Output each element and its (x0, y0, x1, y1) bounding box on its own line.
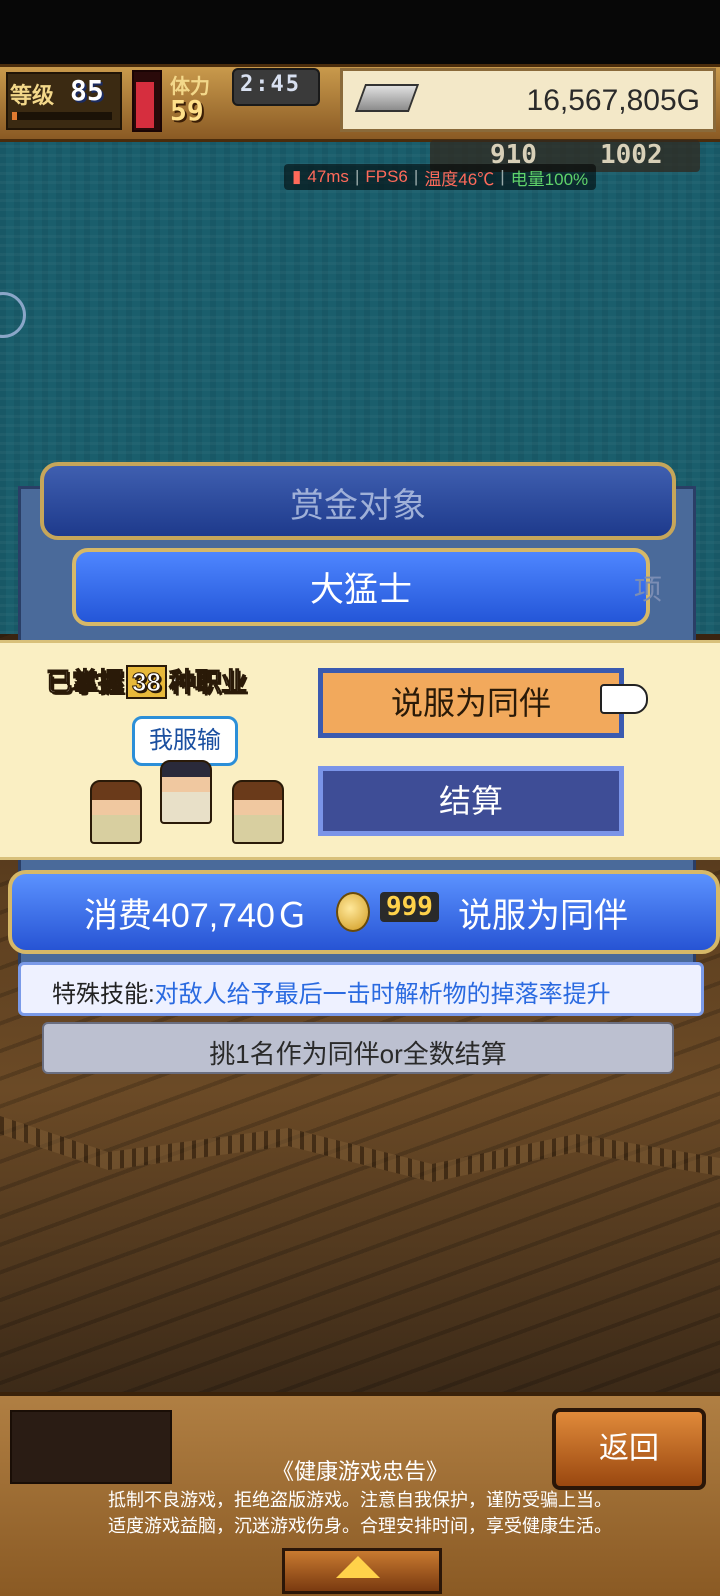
special-skill-desc: 对敌人给予最后一击时解析物的掉落率提升 (154, 981, 611, 1008)
pointing-hand-icon (600, 684, 648, 714)
character-sprite-right (232, 780, 284, 844)
cost-action-label: 说服为同伴 (458, 897, 628, 935)
separator: | (413, 167, 419, 186)
top-black-band (0, 0, 720, 64)
mastered-suffix: 种职业 (168, 667, 247, 698)
panel-title: 赏金对象 (290, 487, 426, 525)
perf-ping: 47ms (307, 167, 349, 186)
resource-b-value: 1002 (600, 140, 663, 170)
timer-value: 2:45 (240, 72, 301, 97)
separator: | (500, 167, 505, 186)
stamina-value: 59 (170, 94, 204, 127)
exp-bar (12, 112, 112, 120)
hp-gauge-fill (136, 82, 154, 128)
persuade-button[interactable]: 说服为同伴 (318, 668, 624, 738)
gold-coin-icon (336, 892, 370, 932)
level-label: 等级 (10, 84, 55, 109)
perf-temp: 温度46℃ (424, 169, 495, 189)
character-sprite-center (160, 760, 212, 824)
level-value: 85 (70, 74, 104, 107)
special-skill-text: 特殊技能:对敌人给予最后一击时解析物的掉落率提升 (52, 974, 611, 1009)
up-arrow-icon (336, 1556, 380, 1578)
perf-fps: FPS6 (365, 167, 408, 186)
exp-bar-fill (12, 112, 17, 120)
performance-overlay: ▮ 47ms | FPS6 | 温度46℃ | 电量100% (284, 164, 597, 190)
mastered-prefix: 已掌握 (45, 667, 125, 698)
obscured-text: 项 (634, 573, 663, 606)
gold-value: 16,567,805G (526, 84, 700, 117)
target-name: 大猛士 (310, 571, 412, 609)
health-notice-line1: 抵制不良游戏，拒绝盗版游戏。注意自我保护，谨防受骗上当。 (108, 1490, 612, 1510)
perf-battery: 电量100% (510, 169, 589, 189)
mastered-count: 38 (126, 665, 167, 699)
health-notice-line2: 适度游戏益脑，沉迷游戏伤身。合理安排时间，享受健康生活。 (108, 1516, 612, 1536)
signal-icon: ▮ (292, 167, 302, 186)
character-sprite-left (90, 780, 142, 844)
separator: | (354, 167, 360, 186)
cost-text: 消费407,740Ｇ (84, 897, 309, 935)
settle-button[interactable]: 结算 (318, 766, 624, 836)
mastered-jobs-label: 已掌握 38 种职业 (45, 662, 247, 699)
speech-bubble: 我服输 (132, 716, 238, 766)
silver-ingot-icon (354, 84, 420, 112)
hint-text: 挑1名作为同伴or全数结算 (209, 1039, 507, 1069)
special-skill-label: 特殊技能: (52, 981, 155, 1008)
health-notice-title: 《健康游戏忠告》 (271, 1459, 448, 1484)
coin-count: 999 (380, 892, 439, 922)
